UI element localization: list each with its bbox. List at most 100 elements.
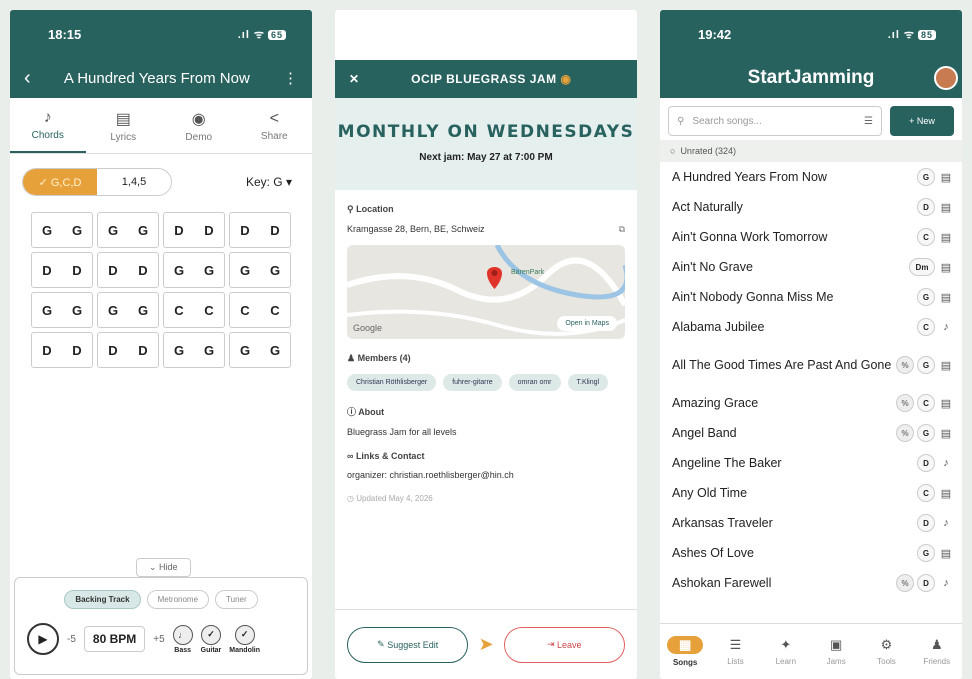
tab-demo[interactable]: ◉ Demo: [161, 98, 237, 153]
links-text[interactable]: organizer: christian.roethlisberger@hin.…: [347, 470, 625, 480]
nav-lists[interactable]: ☰ Lists: [710, 624, 760, 679]
song-row[interactable]: Act Naturally D ▤: [660, 192, 962, 222]
bpm-display[interactable]: 80 BPM: [83, 626, 146, 652]
song-row[interactable]: Ain't Nobody Gonna Miss Me G ▤: [660, 282, 962, 312]
chord-cell[interactable]: CC: [229, 292, 291, 328]
suggest-edit-button[interactable]: ✎ Suggest Edit: [347, 626, 469, 663]
song-row[interactable]: Ashes Of Love G ▤: [660, 538, 962, 568]
nav-jams[interactable]: ▣ Jams: [811, 624, 861, 679]
tab-lyrics[interactable]: ▤ Lyrics: [86, 98, 162, 153]
chord-cell[interactable]: DD: [31, 332, 93, 368]
chord-cell[interactable]: GG: [97, 212, 159, 248]
play-circle-icon: ◉: [191, 110, 206, 128]
new-song-button[interactable]: + New: [890, 106, 954, 136]
chord-cell[interactable]: DD: [31, 252, 93, 288]
chord-cell[interactable]: DD: [229, 212, 291, 248]
key-select[interactable]: Key: G ▾: [246, 175, 300, 189]
song-row[interactable]: Ashokan Farewell% D ♪: [660, 568, 962, 598]
chord-cell[interactable]: GG: [229, 332, 291, 368]
member-chip[interactable]: T.Klingl: [567, 374, 609, 391]
nav-friends[interactable]: ♟ Friends: [912, 624, 962, 679]
member-chip[interactable]: Christian Röthlisberger: [347, 374, 437, 391]
close-icon[interactable]: ✕: [349, 72, 360, 86]
song-row[interactable]: Angel Band% G ▤: [660, 418, 962, 448]
song-row[interactable]: Amazing Grace% C ▤: [660, 388, 962, 418]
song-row[interactable]: All The Good Times Are Past And Gone% G ▤: [660, 342, 962, 388]
leave-button[interactable]: ⇥ Leave: [503, 626, 625, 663]
notation-letters-option[interactable]: ✓ G,C,D: [23, 169, 97, 195]
filter-icon[interactable]: ☰: [864, 116, 873, 127]
mandolin-toggle[interactable]: ✓ Mandolin: [229, 624, 260, 654]
song-row[interactable]: A Hundred Years From Now G ▤: [660, 162, 962, 192]
tab-share[interactable]: < Share: [237, 98, 313, 153]
nav-songs[interactable]: ▦ Songs: [660, 624, 710, 679]
chord-cell[interactable]: GG: [163, 332, 225, 368]
chord-cell[interactable]: GG: [163, 252, 225, 288]
song-list-screen: 19:42 .ıl ᯤ 85 StartJamming ⚲ Search song…: [660, 10, 962, 679]
map-place-label: BärenPark: [511, 269, 545, 276]
chord-cell[interactable]: GG: [31, 212, 93, 248]
copy-icon[interactable]: ⧉: [619, 224, 625, 235]
tuner-pill[interactable]: Tuner: [215, 590, 258, 609]
song-row[interactable]: Arkansas Traveler D ♪: [660, 508, 962, 538]
nav-tools[interactable]: ⚙ Tools: [861, 624, 911, 679]
avatar[interactable]: [934, 66, 958, 90]
members-label-text: Members (4): [357, 353, 411, 363]
lyrics-icon: ▤: [940, 231, 952, 244]
app-title: StartJamming: [747, 67, 875, 88]
tempo-minus-button[interactable]: -5: [67, 634, 76, 645]
song-row[interactable]: Ain't No Grave Dm ▤: [660, 252, 962, 282]
updated-date: ◷ Updated May 4, 2026: [347, 494, 625, 503]
nav-learn[interactable]: ✦ Learn: [761, 624, 811, 679]
tab-chords[interactable]: ♪ Chords: [10, 98, 86, 153]
open-in-maps-button[interactable]: Open in Maps: [557, 316, 617, 331]
lyrics-icon: ▤: [940, 547, 952, 560]
chord-cell[interactable]: DD: [97, 252, 159, 288]
key-badge: G: [917, 544, 935, 562]
location-label: ⚲ Location: [347, 204, 625, 215]
chord-label: D: [42, 342, 52, 358]
learn-icon: ✦: [780, 637, 792, 652]
chord-cell[interactable]: GG: [229, 252, 291, 288]
chord-cell[interactable]: GG: [31, 292, 93, 328]
key-badge: D: [917, 454, 935, 472]
more-menu-icon[interactable]: ⋮: [283, 69, 298, 87]
about-label-text: About: [358, 407, 385, 417]
nav-label: Friends: [923, 657, 951, 666]
song-row[interactable]: Ain't Gonna Work Tomorrow C ▤: [660, 222, 962, 252]
chord-controls: ✓ G,C,D 1,4,5 Key: G ▾: [10, 154, 312, 196]
about-label: ⓘ About: [347, 405, 625, 418]
chord-label: G: [173, 262, 185, 278]
play-icon: ▶: [38, 632, 48, 646]
chord-label: D: [108, 342, 118, 358]
chord-cell[interactable]: DD: [163, 212, 225, 248]
bass-toggle[interactable]: ♩ Bass: [172, 624, 193, 654]
status-icons: .ıl ᯤ 85: [888, 27, 936, 42]
hide-button[interactable]: ⌄ Hide: [136, 558, 191, 577]
chord-cell[interactable]: CC: [163, 292, 225, 328]
notation-numbers-option[interactable]: 1,4,5: [97, 169, 171, 195]
member-chip[interactable]: omran omr: [508, 374, 561, 391]
song-row[interactable]: Alabama Jubilee C ♪: [660, 312, 962, 342]
song-row[interactable]: Angeline The Baker D ♪: [660, 448, 962, 478]
chord-label: D: [72, 342, 82, 358]
song-title: Ain't Gonna Work Tomorrow: [672, 230, 828, 244]
metronome-pill[interactable]: Metronome: [146, 590, 210, 609]
chord-cell[interactable]: DD: [97, 332, 159, 368]
chord-cell[interactable]: GG: [97, 292, 159, 328]
member-chip[interactable]: fuhrer-gitarre: [443, 374, 502, 391]
guitar-toggle[interactable]: ✓ Guitar: [201, 624, 221, 654]
nav-label: Songs: [672, 658, 698, 667]
search-input[interactable]: ⚲ Search songs... ☰: [668, 106, 882, 136]
map-view[interactable]: BärenPark Google Open in Maps: [347, 245, 625, 339]
tempo-plus-button[interactable]: +5: [153, 634, 164, 645]
backing-track-pill[interactable]: Backing Track: [64, 590, 141, 609]
song-title: Ain't Nobody Gonna Miss Me: [672, 290, 834, 304]
chord-label: D: [204, 222, 214, 238]
lists-icon: ☰: [729, 637, 742, 652]
nav-label: Jams: [826, 657, 846, 666]
play-button[interactable]: ▶: [27, 623, 59, 655]
back-icon[interactable]: ‹: [24, 67, 31, 90]
send-icon[interactable]: ➤: [478, 634, 493, 655]
song-row[interactable]: Any Old Time C ▤: [660, 478, 962, 508]
